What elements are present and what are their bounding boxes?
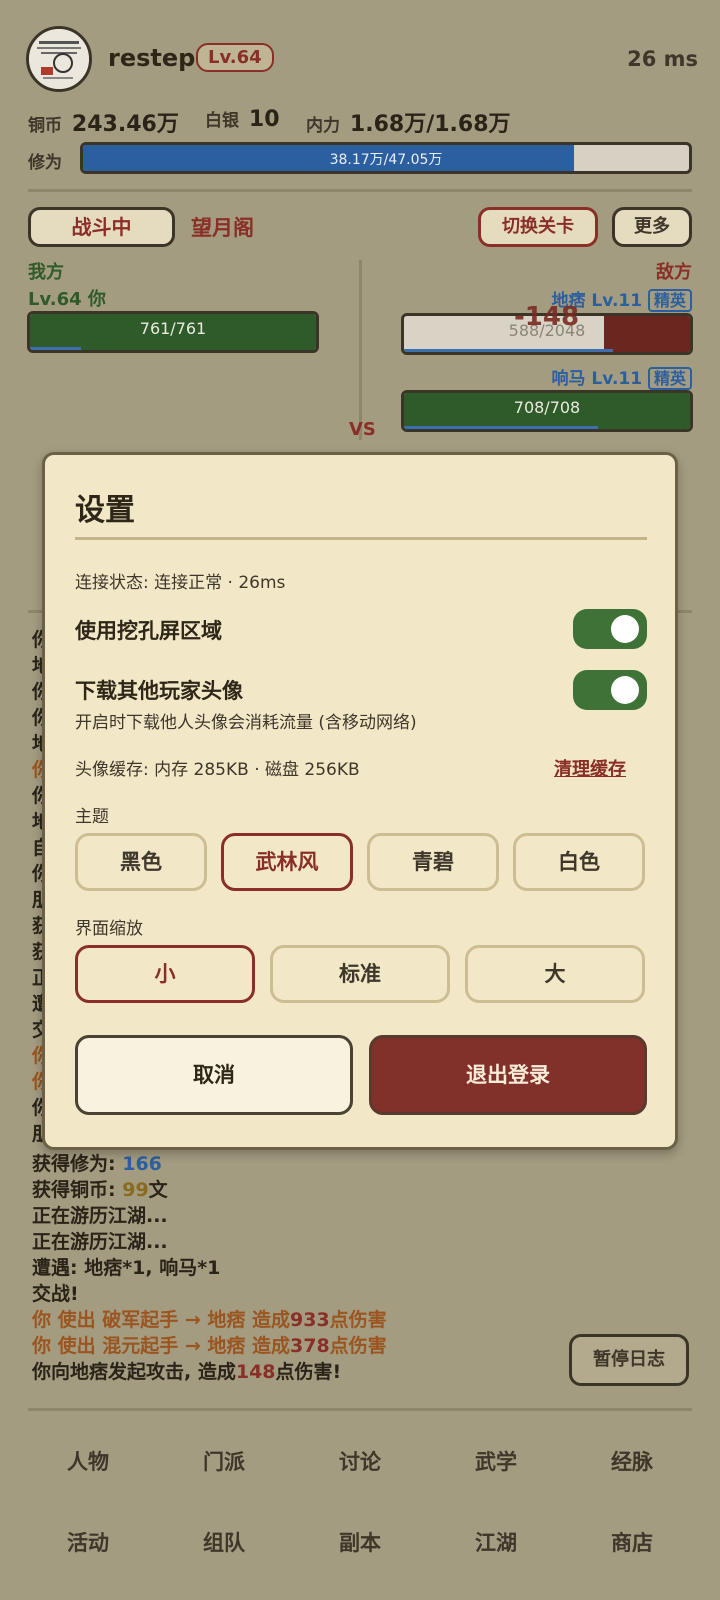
log-line: 你 使出 破军起手 → 地痞 造成933点伤害 bbox=[32, 1309, 387, 1331]
avatar-cache-info: 头像缓存: 内存 285KB · 磁盘 256KB bbox=[75, 760, 360, 780]
enemy-1-elite-tag: 精英 bbox=[647, 289, 692, 312]
log-line: 正在游历江湖... bbox=[32, 1205, 168, 1227]
avatar-download-toggle[interactable] bbox=[573, 670, 647, 710]
ping-indicator: 26 ms bbox=[627, 47, 698, 71]
silver-value: 10 bbox=[248, 107, 280, 132]
pause-log-button[interactable]: 暂停日志 bbox=[569, 1334, 689, 1386]
theme-option-black[interactable]: 黑色 bbox=[75, 833, 207, 891]
nav-character[interactable]: 人物 bbox=[33, 1446, 143, 1476]
nav-team[interactable]: 组队 bbox=[169, 1527, 279, 1557]
log-line: 获得铜币: 99文 bbox=[32, 1179, 168, 1201]
scale-option-standard[interactable]: 标准 bbox=[270, 945, 450, 1003]
notch-area-label: 使用挖孔屏区域 bbox=[75, 619, 222, 643]
avatar-download-label: 下载其他玩家头像 bbox=[75, 679, 243, 703]
battle-status-button[interactable]: 战斗中 bbox=[28, 207, 175, 247]
settings-title: 设置 bbox=[75, 493, 135, 528]
log-line: 正在游历江湖... bbox=[32, 1231, 168, 1253]
xiuwei-progress-bar: 38.17万/47.05万 bbox=[80, 142, 692, 174]
theme-option-qingbi[interactable]: 青碧 bbox=[367, 833, 499, 891]
nav-dungeon[interactable]: 副本 bbox=[305, 1527, 415, 1557]
scale-option-large[interactable]: 大 bbox=[465, 945, 645, 1003]
battle-divider bbox=[359, 260, 362, 440]
avatar[interactable] bbox=[26, 26, 92, 92]
enemy-2-elite-tag: 精英 bbox=[647, 367, 692, 390]
enemy-2-nameline[interactable]: 响马 Lv.11 精英 bbox=[551, 364, 692, 390]
log-line: 你 使出 混元起手 → 地痞 造成378点伤害 bbox=[32, 1335, 387, 1357]
avatar-image bbox=[29, 29, 89, 89]
neili-value: 1.68万/1.68万 bbox=[349, 112, 511, 137]
notch-area-toggle[interactable] bbox=[573, 609, 647, 649]
toggle-knob bbox=[611, 615, 639, 643]
settings-title-rule bbox=[75, 537, 647, 540]
xiuwei-label: 修为 bbox=[28, 153, 62, 173]
ally-hp-bar: 761/761 bbox=[27, 311, 319, 353]
nav-events[interactable]: 活动 bbox=[33, 1527, 143, 1557]
enemy-2-hp-bar: 708/708 bbox=[401, 390, 693, 432]
enemy-side-label: 敌方 bbox=[656, 262, 692, 283]
more-button[interactable]: 更多 bbox=[612, 207, 692, 247]
ally-side-label: 我方 bbox=[28, 262, 64, 283]
clear-cache-link[interactable]: 清理缓存 bbox=[554, 755, 626, 781]
scale-option-small[interactable]: 小 bbox=[75, 945, 255, 1003]
copper-label: 铜币 bbox=[28, 116, 62, 136]
xiuwei-progress-text: 38.17万/47.05万 bbox=[329, 152, 443, 168]
nav-shop[interactable]: 商店 bbox=[577, 1527, 687, 1557]
theme-option-wulin[interactable]: 武林风 bbox=[221, 833, 353, 891]
ally-mp-line bbox=[30, 347, 82, 350]
copper-stat: 铜币 243.46万 bbox=[28, 106, 179, 138]
log-line: 获得修为: 166 bbox=[32, 1153, 162, 1175]
nav-jianghu[interactable]: 江湖 bbox=[441, 1527, 551, 1557]
nav-sect[interactable]: 门派 bbox=[169, 1446, 279, 1476]
copper-value: 243.46万 bbox=[71, 112, 179, 137]
cancel-button[interactable]: 取消 bbox=[75, 1035, 353, 1115]
log-line: 交战! bbox=[32, 1283, 79, 1305]
damage-popup: -148 bbox=[514, 302, 580, 332]
toggle-knob bbox=[611, 676, 639, 704]
nav-martial-arts[interactable]: 武学 bbox=[441, 1446, 551, 1476]
silver-label: 白银 bbox=[205, 111, 239, 131]
log-line: 你向地痞发起攻击, 造成148点伤害! bbox=[32, 1361, 342, 1383]
theme-label: 主题 bbox=[75, 807, 109, 827]
nav-divider bbox=[28, 1408, 692, 1411]
log-line: 遭遇: 地痞*1, 响马*1 bbox=[32, 1257, 221, 1279]
enemy-1-mp-line bbox=[404, 349, 613, 352]
level-badge: Lv.64 bbox=[196, 43, 274, 72]
neili-stat: 内力 1.68万/1.68万 bbox=[306, 106, 511, 138]
enemy-2-mp-line bbox=[404, 426, 599, 429]
vs-label: VS bbox=[349, 419, 376, 440]
neili-label: 内力 bbox=[306, 116, 340, 136]
nav-meridians[interactable]: 经脉 bbox=[577, 1446, 687, 1476]
ally-hp-text: 761/761 bbox=[139, 319, 207, 338]
connection-status: 连接状态: 连接正常 · 26ms bbox=[75, 573, 286, 593]
nav-discussion[interactable]: 讨论 bbox=[305, 1446, 415, 1476]
ally-name: Lv.64 你 bbox=[28, 289, 106, 310]
logout-button[interactable]: 退出登录 bbox=[369, 1035, 647, 1115]
username: restep bbox=[108, 44, 196, 72]
theme-option-white[interactable]: 白色 bbox=[513, 833, 645, 891]
silver-stat: 白银 10 bbox=[205, 106, 280, 132]
location-name: 望月阁 bbox=[191, 216, 254, 240]
ui-scale-label: 界面缩放 bbox=[75, 919, 143, 939]
enemy-2-name: 响马 Lv.11 bbox=[551, 369, 643, 389]
enemy-2-hp-text: 708/708 bbox=[513, 398, 581, 417]
header-divider bbox=[28, 189, 692, 192]
settings-dialog: 设置 连接状态: 连接正常 · 26ms 使用挖孔屏区域 下载其他玩家头像 开启… bbox=[42, 452, 678, 1150]
avatar-download-note: 开启时下载他人头像会消耗流量 (含移动网络) bbox=[75, 713, 417, 733]
switch-stage-button[interactable]: 切换关卡 bbox=[478, 207, 598, 247]
